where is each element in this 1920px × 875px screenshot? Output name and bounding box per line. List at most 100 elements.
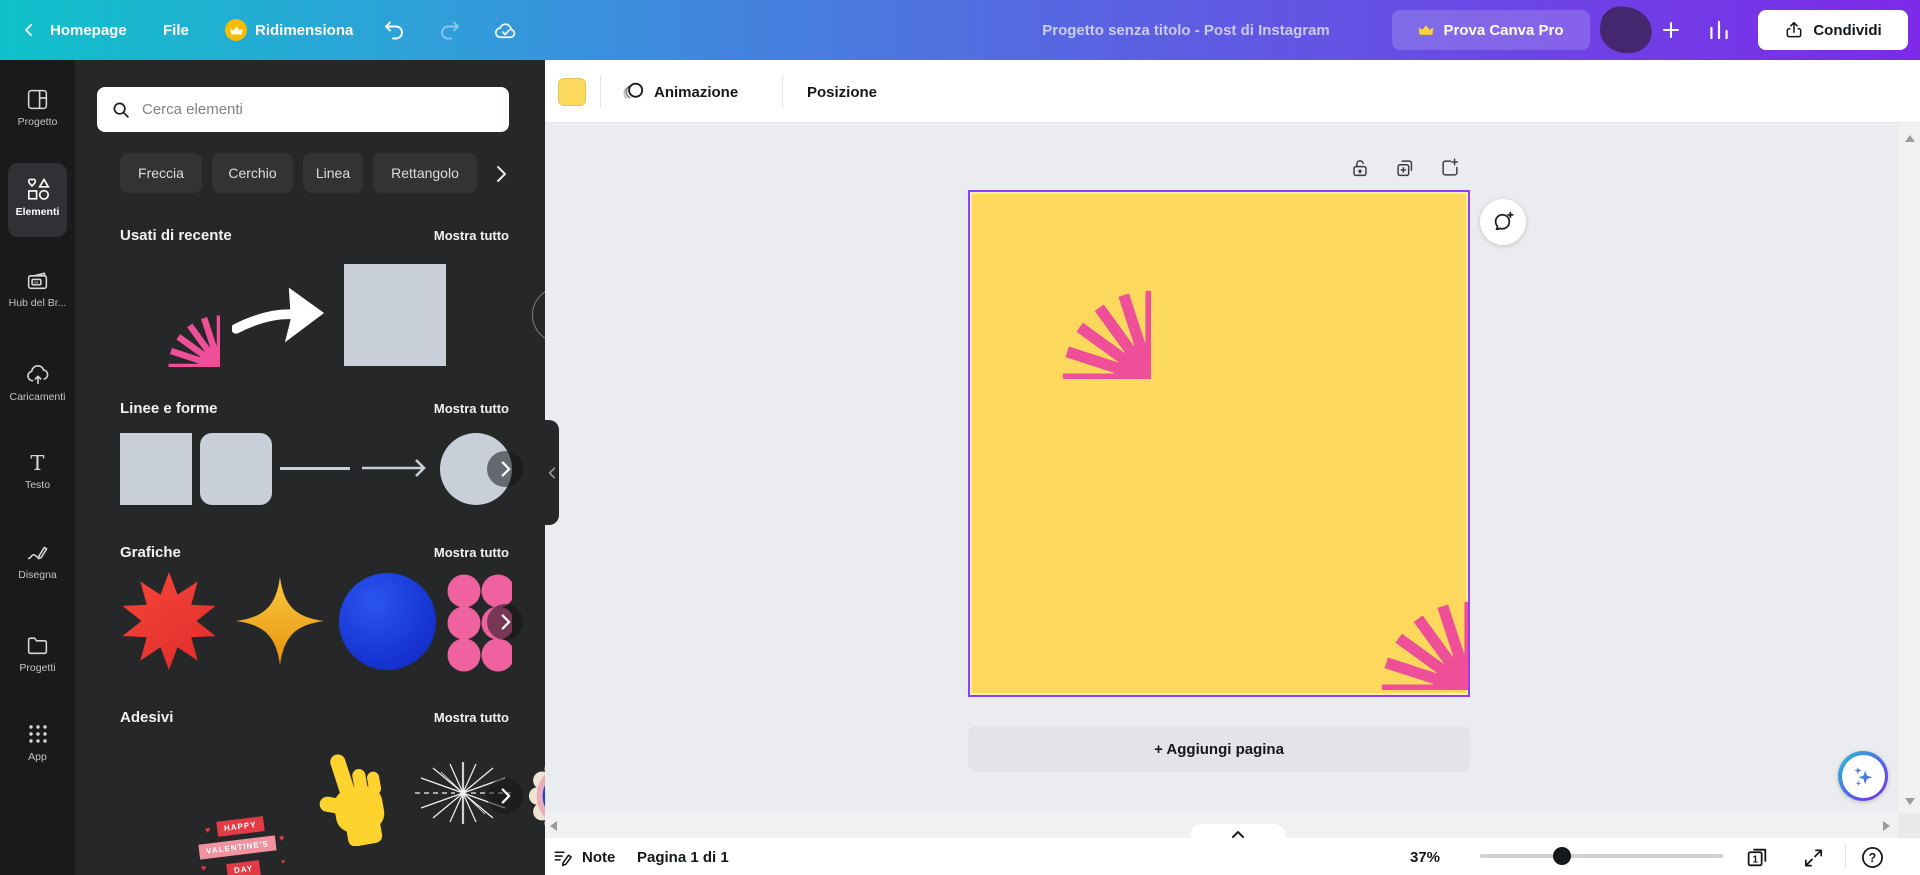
statusbar-divider [1845, 844, 1846, 868]
animation-button[interactable]: Animazione [620, 72, 738, 112]
graphic-blue-circle-thumbnail[interactable] [339, 573, 436, 670]
chips-next-chevron-icon[interactable] [495, 165, 507, 188]
shape-square-thumbnail[interactable] [120, 433, 192, 505]
document-title[interactable]: Progetto senza titolo - Post di Instagra… [1010, 0, 1362, 60]
try-pro-label: Prova Canva Pro [1443, 21, 1564, 39]
try-canva-pro-button[interactable]: Prova Canva Pro [1392, 10, 1590, 50]
show-all-button[interactable]: Mostra tutto [434, 228, 509, 243]
add-page-icon [1442, 158, 1459, 176]
lock-button[interactable] [1348, 156, 1372, 180]
heart-icon: ♥ [279, 833, 285, 843]
add-comment-button[interactable] [1480, 199, 1526, 245]
homepage-label: Homepage [50, 21, 127, 39]
sticker-flower-thumbnail[interactable] [525, 752, 545, 840]
help-button[interactable]: ? [1860, 844, 1885, 870]
sidebar-item-elementi[interactable]: Elementi [0, 176, 75, 230]
scroll-down-arrow[interactable] [1905, 798, 1915, 805]
heart-icon: ♥ [281, 859, 286, 866]
scroll-left-arrow[interactable] [550, 821, 557, 831]
status-bar: Note Pagina 1 di 1 37% 1 ? [545, 824, 1920, 875]
chevron-left-icon [548, 466, 556, 479]
notes-button[interactable]: Note [551, 844, 615, 870]
filter-chip-freccia[interactable]: Freccia [120, 153, 202, 193]
redo-button[interactable] [436, 17, 462, 43]
shape-line-thumbnail[interactable] [280, 467, 350, 470]
panel-collapse-handle[interactable] [545, 420, 559, 525]
file-menu-button[interactable]: File [163, 10, 189, 50]
sidebar-item-app[interactable]: App [0, 721, 75, 775]
create-new-button[interactable] [1658, 16, 1684, 44]
position-button[interactable]: Posizione [807, 72, 877, 112]
graphic-gold-sparkle-thumbnail[interactable] [232, 573, 328, 669]
starburst-element-bottom-right[interactable] [1292, 512, 1470, 690]
resize-button[interactable]: Ridimensiona [225, 10, 353, 50]
magic-assistant-button[interactable] [1838, 751, 1888, 801]
search-input[interactable] [142, 101, 496, 118]
fullscreen-button[interactable] [1802, 844, 1825, 870]
elements-icon [25, 176, 51, 202]
filter-chip-cerchio[interactable]: Cerchio [212, 153, 293, 193]
duplicate-icon [1397, 160, 1413, 177]
sidebar-item-progetti[interactable]: Progetti [0, 632, 75, 686]
share-label: Condividi [1813, 21, 1882, 39]
share-button[interactable]: Condividi [1758, 10, 1908, 50]
lock-icon [1353, 160, 1367, 177]
sidebar-item-testo[interactable]: T Testo [0, 449, 75, 503]
grid-view-button[interactable]: 1 [1745, 844, 1770, 870]
insights-chart-icon[interactable] [1706, 16, 1732, 44]
sticker-hand-thumbnail[interactable] [318, 750, 390, 846]
undo-button[interactable] [382, 17, 408, 43]
sidebar-item-progetto[interactable]: Progetto [0, 86, 75, 140]
brand-hub-icon: co. [25, 267, 51, 293]
top-header: Homepage File Ridimensiona Progetto senz… [0, 0, 1920, 60]
homepage-button[interactable]: Homepage [16, 10, 127, 50]
avatar[interactable] [1597, 4, 1655, 56]
section-header-lines-shapes: Linee e forme Mostra tutto [120, 400, 509, 417]
sidebar-item-label: App [28, 751, 47, 763]
show-all-button[interactable]: Mostra tutto [434, 401, 509, 416]
pages-icon: 1 [1747, 848, 1767, 866]
shapes-next-button[interactable] [487, 451, 523, 487]
zoom-slider-knob[interactable] [1553, 847, 1571, 865]
starburst-element-top-left[interactable] [973, 201, 1151, 379]
sidebar-item-disegna[interactable]: Disegna [0, 539, 75, 593]
sidebar-item-hub-del-brand[interactable]: co. Hub del Br... [0, 267, 75, 321]
sidebar-item-label: Testo [24, 479, 51, 491]
expand-bottom-panel-tab[interactable] [1190, 824, 1286, 839]
filter-chip-rettangolo[interactable]: Rettangolo [373, 153, 477, 193]
scroll-up-arrow[interactable] [1905, 135, 1915, 142]
scroll-right-arrow[interactable] [1883, 821, 1890, 831]
add-page-button[interactable]: + Aggiungi pagina [968, 726, 1470, 772]
canva-editor: Homepage File Ridimensiona Progetto senz… [0, 0, 1920, 875]
sticker-valentine-thumbnail[interactable]: ♥ ♥ ♥ ♥ HAPPY VALENTINE'S DAY [195, 815, 291, 875]
recent-next-button[interactable] [532, 287, 545, 343]
show-all-button[interactable]: Mostra tutto [434, 710, 509, 725]
page-indicator[interactable]: Pagina 1 di 1 [637, 844, 729, 870]
add-page-icon-button[interactable] [1438, 156, 1462, 180]
sticker-text: HAPPY [216, 816, 265, 837]
recent-square-thumbnail[interactable] [344, 264, 446, 366]
graphics-next-button[interactable] [487, 604, 523, 640]
shape-arrow-line-thumbnail[interactable] [360, 453, 432, 483]
chevron-up-icon [1232, 831, 1244, 838]
graphic-red-star-thumbnail[interactable] [118, 570, 220, 672]
zoom-slider[interactable] [1480, 847, 1723, 865]
section-title: Grafiche [120, 544, 181, 561]
recent-arrow-thumbnail[interactable] [232, 270, 330, 360]
show-all-button[interactable]: Mostra tutto [434, 545, 509, 560]
duplicate-page-button[interactable] [1393, 156, 1417, 180]
context-toolbar: Animazione Posizione [545, 60, 1920, 123]
sidebar-item-caricamenti[interactable]: Caricamenti [0, 361, 75, 415]
shape-rounded-square-thumbnail[interactable] [200, 433, 272, 505]
recent-starburst-thumbnail[interactable] [116, 263, 220, 367]
sparkles-icon [1841, 754, 1885, 798]
stickers-next-button[interactable] [487, 778, 523, 814]
fill-color-swatch[interactable] [558, 78, 586, 106]
filter-chip-linea[interactable]: Linea [303, 153, 363, 193]
vertical-scrollbar[interactable] [1898, 123, 1920, 813]
brand-hub-badge: co. [34, 279, 40, 284]
design-page[interactable] [968, 190, 1470, 697]
left-sidebar: Progetto Elementi co. Hub del Br... Cari… [0, 60, 75, 875]
elements-panel: Freccia Cerchio Linea Rettangolo Usati d… [75, 60, 545, 875]
sidebar-item-label: Progetti [19, 662, 56, 674]
